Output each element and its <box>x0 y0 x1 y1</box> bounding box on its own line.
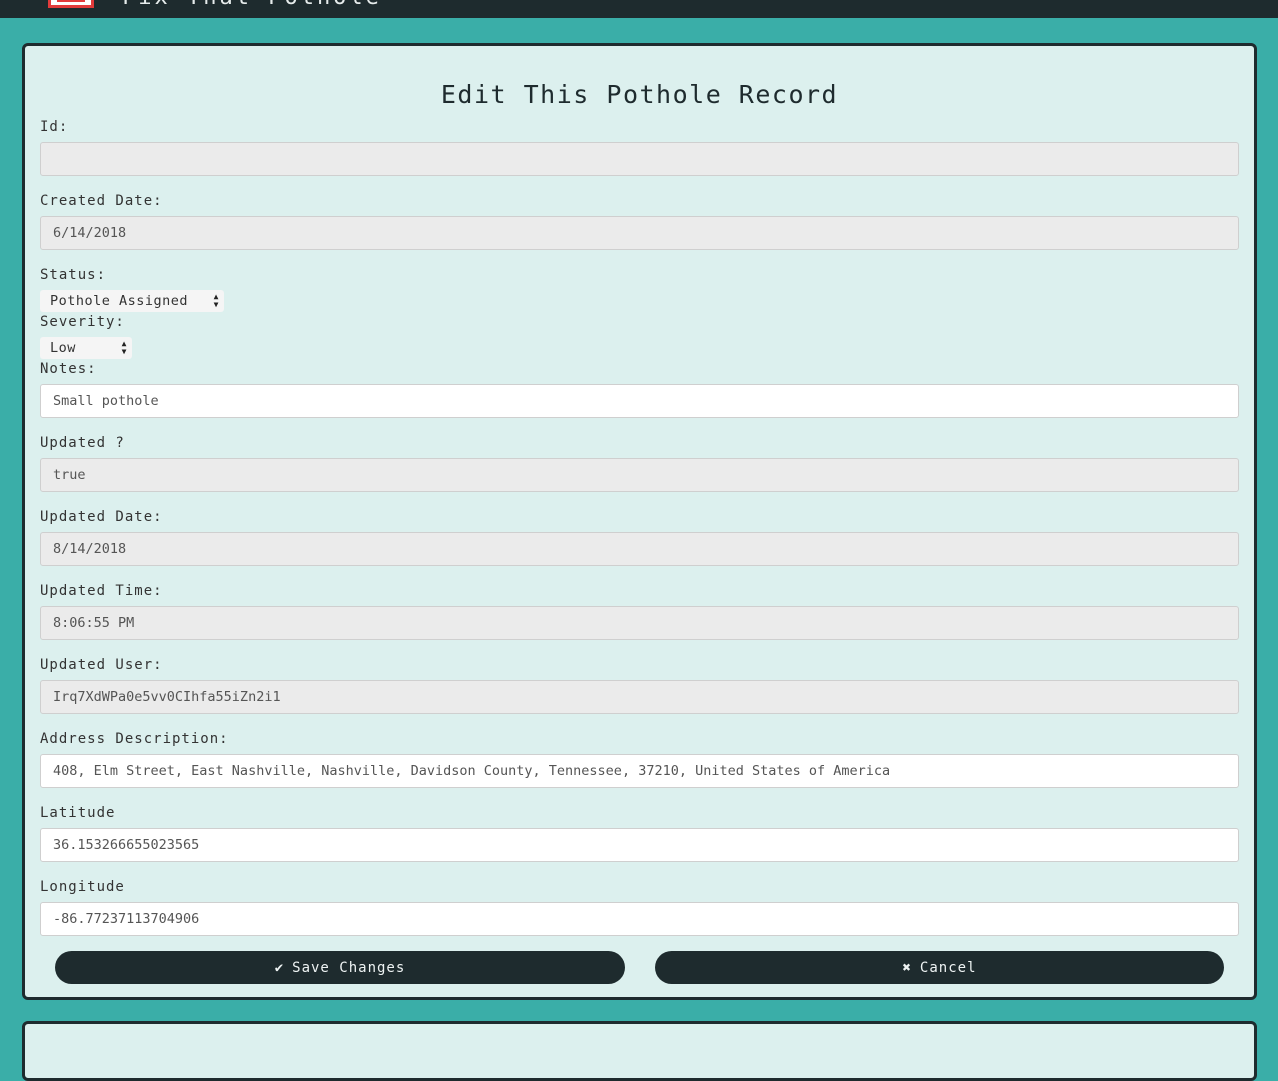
times-icon: ✖ <box>902 959 912 976</box>
updated-time-field[interactable] <box>40 606 1239 640</box>
address-field[interactable] <box>40 754 1239 788</box>
id-label: Id: <box>40 119 69 135</box>
next-card <box>22 1021 1257 1081</box>
severity-select[interactable]: Low ▲ ▼ <box>40 337 132 359</box>
brand-title[interactable]: Fix That Pothole <box>122 0 382 10</box>
check-icon: ✔ <box>274 959 285 976</box>
severity-label: Severity: <box>40 314 125 330</box>
notes-field[interactable] <box>40 384 1239 418</box>
severity-select-value: Low <box>50 340 76 356</box>
save-changes-label: Save Changes <box>292 959 406 976</box>
latitude-label: Latitude <box>40 805 116 821</box>
cancel-button[interactable]: ✖ Cancel <box>655 951 1224 984</box>
status-select[interactable]: Pothole Assigned ▲ ▼ <box>40 290 224 312</box>
updated-date-field[interactable] <box>40 532 1239 566</box>
updated-user-field[interactable] <box>40 680 1239 714</box>
status-select-value: Pothole Assigned <box>50 293 189 309</box>
logo-icon[interactable] <box>48 0 94 8</box>
edit-record-card: Edit This Pothole Record Id: Created Dat… <box>22 43 1257 1000</box>
top-navbar: Fix That Pothole <box>0 0 1278 18</box>
longitude-label: Longitude <box>40 879 125 895</box>
page-title: Edit This Pothole Record <box>440 80 839 109</box>
notes-label: Notes: <box>40 361 97 377</box>
updated-field[interactable] <box>40 458 1239 492</box>
updated-date-label: Updated Date: <box>40 509 163 525</box>
select-arrows-icon: ▲ ▼ <box>121 339 127 356</box>
save-changes-button[interactable]: ✔ Save Changes <box>55 951 625 984</box>
cancel-label: Cancel <box>919 959 977 976</box>
longitude-field[interactable] <box>40 902 1239 936</box>
updated-time-label: Updated Time: <box>40 583 163 599</box>
select-arrows-icon: ▲ ▼ <box>213 292 219 309</box>
updated-label: Updated ? <box>40 435 125 451</box>
created-date-field[interactable] <box>40 216 1239 250</box>
status-label: Status: <box>40 267 107 283</box>
created-date-label: Created Date: <box>40 193 163 209</box>
address-label: Address Description: <box>40 731 229 747</box>
latitude-field[interactable] <box>40 828 1239 862</box>
id-field[interactable] <box>40 142 1239 176</box>
updated-user-label: Updated User: <box>40 657 163 673</box>
